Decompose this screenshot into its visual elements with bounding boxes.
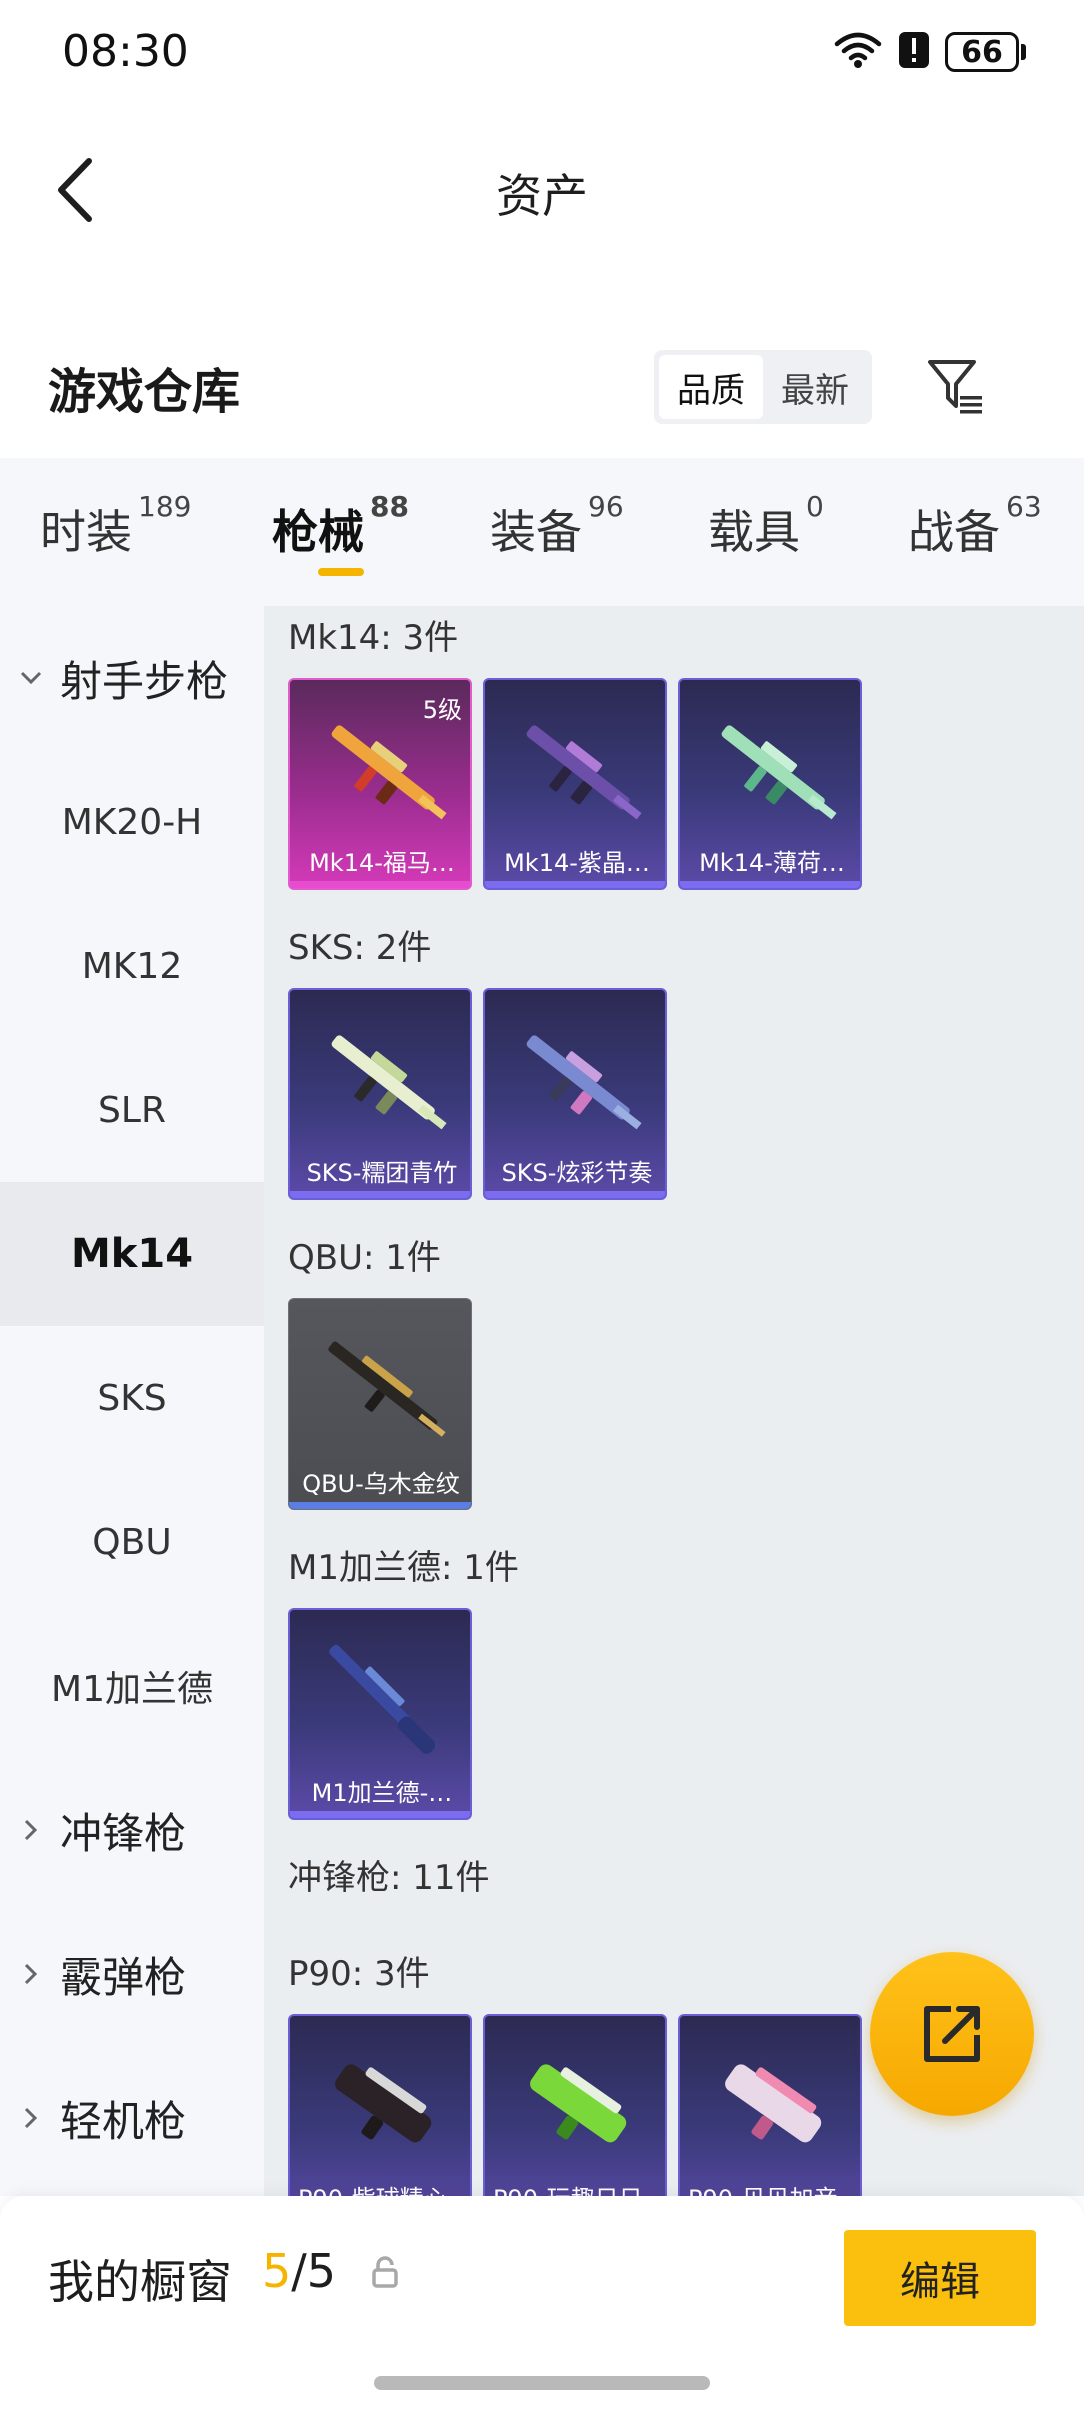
status-time: 08:30 bbox=[62, 26, 189, 77]
weapon-card[interactable]: SKS-糯团青竹 bbox=[288, 988, 472, 1200]
status-bar: 08:30 66 bbox=[0, 0, 1084, 110]
weapon-card[interactable]: P90-紫球精心… bbox=[288, 2014, 472, 2196]
tab-count: 189 bbox=[138, 490, 192, 523]
home-indicator[interactable] bbox=[374, 2376, 710, 2390]
rifle-image bbox=[329, 1644, 437, 1754]
battery-icon: 66 bbox=[945, 32, 1026, 72]
smg-image bbox=[725, 2064, 822, 2143]
status-icons: 66 bbox=[833, 30, 1026, 74]
tab-count: 96 bbox=[588, 490, 624, 523]
weapon-card[interactable]: P90-贝贝加音… bbox=[678, 2014, 862, 2196]
tab-count: 88 bbox=[370, 490, 409, 523]
smg-image bbox=[335, 2064, 432, 2143]
sidebar-item-mk20h[interactable]: MK20-H bbox=[0, 750, 264, 894]
weapon-card[interactable]: 5级 Mk14-福马… bbox=[288, 678, 472, 890]
group-heading-p90: P90: 3件 bbox=[288, 1954, 430, 1994]
sidebar-group-label: 轻机枪 bbox=[60, 2096, 187, 2146]
weapon-name: SKS-炫彩节奏 bbox=[501, 1159, 653, 1187]
weapon-name: P90-玩趣日日… bbox=[485, 2179, 665, 2196]
weapon-card[interactable]: SKS-炫彩节奏 bbox=[483, 988, 667, 1200]
sidebar-group-marksman[interactable]: 射手步枪 bbox=[0, 606, 264, 750]
smg-image bbox=[530, 2064, 627, 2143]
warehouse-title: 游戏仓库 bbox=[48, 364, 241, 420]
tab-label: 载具 bbox=[708, 505, 800, 559]
tab-label: 枪械 bbox=[272, 505, 364, 559]
sort-by-quality[interactable]: 品质 bbox=[659, 355, 763, 419]
rifle-image bbox=[526, 725, 642, 820]
weapon-name: QBU-乌木金纹 bbox=[302, 1470, 460, 1498]
tab-combat-gear[interactable]: 战备 63 bbox=[908, 490, 1042, 562]
weapon-name: M1加兰德-… bbox=[311, 1779, 453, 1807]
showcase-bar: 我的橱窗 5/5 编辑 bbox=[0, 2196, 1084, 2412]
sidebar-item-mk12[interactable]: MK12 bbox=[0, 894, 264, 1038]
filter-button[interactable] bbox=[922, 352, 992, 422]
chevron-right-icon bbox=[18, 2105, 44, 2131]
sidebar-item-sks[interactable]: SKS bbox=[0, 1326, 264, 1470]
showcase-total: /5 bbox=[291, 2244, 337, 2298]
level-badge: 5级 bbox=[422, 696, 462, 724]
edit-button[interactable]: 编辑 bbox=[844, 2230, 1036, 2326]
sidebar-group-label: 冲锋枪 bbox=[60, 1808, 187, 1858]
weapon-name: Mk14-薄荷… bbox=[699, 849, 845, 877]
rifle-image bbox=[328, 1341, 446, 1437]
showcase-current: 5 bbox=[262, 2244, 292, 2298]
weapon-card[interactable]: M1加兰德-… bbox=[288, 1608, 472, 1820]
weapon-card[interactable]: Mk14-薄荷… bbox=[678, 678, 862, 890]
sidebar-item-m1-garand[interactable]: M1加兰德 bbox=[0, 1614, 264, 1758]
rifle-image bbox=[331, 1035, 447, 1130]
chevron-right-icon bbox=[18, 1961, 44, 1987]
sidebar-item-slr[interactable]: SLR bbox=[0, 1038, 264, 1182]
tab-label: 时装 bbox=[40, 505, 132, 559]
tab-count: 63 bbox=[1006, 490, 1042, 523]
weapon-name: SKS-糯团青竹 bbox=[306, 1159, 458, 1187]
weapon-card[interactable]: P90-玩趣日日… bbox=[483, 2014, 667, 2196]
group-heading-qbu: QBU: 1件 bbox=[288, 1238, 441, 1278]
chevron-down-icon bbox=[18, 665, 44, 691]
chevron-right-icon bbox=[18, 1817, 44, 1843]
sidebar-item-mk14[interactable]: Mk14 bbox=[0, 1182, 264, 1326]
sort-toggle: 品质 最新 bbox=[654, 350, 872, 424]
share-button[interactable] bbox=[870, 1952, 1034, 2116]
group-heading-mk14: Mk14: 3件 bbox=[288, 618, 459, 658]
showcase-count: 5/5 bbox=[262, 2244, 336, 2298]
wifi-icon bbox=[833, 30, 883, 74]
sort-by-newest[interactable]: 最新 bbox=[763, 355, 867, 419]
active-tab-indicator bbox=[318, 568, 364, 576]
tab-equipment[interactable]: 装备 96 bbox=[490, 490, 624, 562]
sidebar-group-label: 射手步枪 bbox=[60, 656, 229, 706]
weapon-name: P90-贝贝加音… bbox=[680, 2179, 860, 2196]
sidebar-group-label: 霰弹枪 bbox=[60, 1952, 187, 2002]
section-heading-smg: 冲锋枪: 11件 bbox=[288, 1858, 490, 1898]
weapon-card[interactable]: Mk14-紫晶… bbox=[483, 678, 667, 890]
tab-label: 战备 bbox=[908, 505, 1000, 559]
sidebar-group-lmg[interactable]: 轻机枪 bbox=[0, 2046, 264, 2190]
sidebar-group-smg[interactable]: 冲锋枪 bbox=[0, 1758, 264, 1902]
lock-icon bbox=[372, 2256, 398, 2288]
sidebar-item-qbu[interactable]: QBU bbox=[0, 1470, 264, 1614]
group-heading-sks: SKS: 2件 bbox=[288, 928, 432, 968]
weapon-sidebar: 射手步枪 MK20-H MK12 SLR Mk14 SKS QBU M1加兰德 … bbox=[0, 606, 264, 2196]
tab-fashion[interactable]: 时装 189 bbox=[40, 490, 191, 562]
filter-icon bbox=[928, 360, 982, 414]
share-icon bbox=[924, 2006, 980, 2062]
tab-count: 0 bbox=[806, 490, 824, 523]
weapon-card[interactable]: QBU-乌木金纹 bbox=[288, 1298, 472, 1510]
rifle-image bbox=[526, 1035, 642, 1130]
weapon-name: Mk14-紫晶… bbox=[504, 849, 650, 877]
showcase-label: 我的橱窗 bbox=[48, 2255, 232, 2309]
tab-vehicles[interactable]: 载具 0 bbox=[708, 490, 824, 562]
alert-icon bbox=[897, 30, 931, 74]
category-tabs: 时装 189 枪械 88 装备 96 载具 0 战备 63 bbox=[0, 458, 1084, 606]
sidebar-group-shotgun[interactable]: 霰弹枪 bbox=[0, 1902, 264, 2046]
rifle-image bbox=[721, 725, 837, 820]
weapon-name: P90-紫球精心… bbox=[290, 2179, 470, 2196]
tab-label: 装备 bbox=[490, 505, 582, 559]
tab-firearms[interactable]: 枪械 88 bbox=[272, 490, 409, 562]
weapon-name: Mk14-福马… bbox=[309, 849, 455, 877]
battery-level: 66 bbox=[945, 32, 1019, 72]
page-title: 资产 bbox=[496, 169, 588, 223]
group-heading-m1-garand: M1加兰德: 1件 bbox=[288, 1548, 519, 1588]
